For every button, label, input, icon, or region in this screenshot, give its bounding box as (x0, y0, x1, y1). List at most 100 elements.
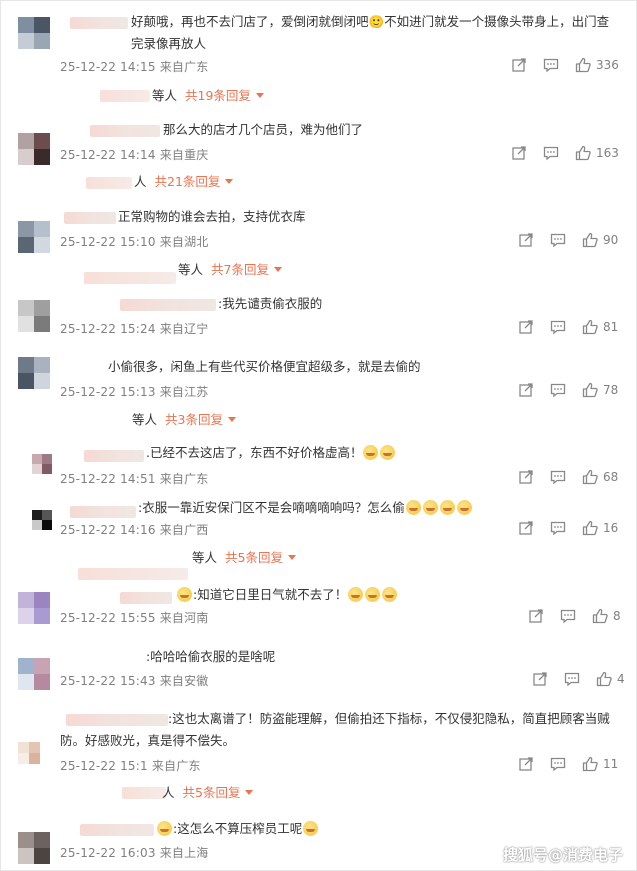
chevron-down-icon[interactable] (255, 93, 264, 98)
share-icon[interactable] (517, 381, 535, 399)
comment-meta: 25-12-22 16:03 来自上海 (60, 844, 209, 861)
replies-count[interactable]: 共21条回复 (155, 171, 221, 190)
replies-count[interactable]: 共5条回复 (183, 782, 241, 801)
replies-who: 等人 (152, 88, 178, 103)
share-icon[interactable] (517, 318, 535, 336)
username-blurred[interactable] (70, 17, 128, 29)
username-blurred[interactable] (80, 824, 154, 836)
replies-count[interactable]: 共5条回复 (225, 547, 283, 566)
replies-count[interactable]: 共7条回复 (211, 259, 269, 278)
like-icon[interactable] (581, 519, 599, 537)
comment-icon[interactable] (542, 56, 560, 74)
share-icon[interactable] (517, 468, 535, 486)
avatar[interactable] (18, 221, 50, 253)
like-icon[interactable] (581, 381, 599, 399)
laugh-emoji-icon (422, 500, 438, 515)
replier-blurred[interactable] (122, 787, 166, 799)
replies-who: 人 (134, 174, 147, 189)
chevron-down-icon[interactable] (273, 267, 282, 272)
comment-icon[interactable] (549, 231, 567, 249)
username-blurred[interactable] (90, 125, 160, 137)
replies-toggle[interactable]: 等人 共19条回复 (152, 85, 264, 104)
comment-text: :这怎么不算压榨员工呢 (156, 818, 596, 840)
replies-count[interactable]: 共19条回复 (185, 85, 251, 104)
like-count: 16 (603, 521, 619, 535)
replies-count[interactable]: 共3条回复 (165, 409, 223, 428)
share-icon[interactable] (527, 607, 545, 625)
avatar[interactable] (18, 658, 50, 690)
comment-meta: 25-12-22 15:13 来自江苏 (60, 383, 209, 400)
avatar[interactable] (18, 300, 50, 332)
username-blurred[interactable] (70, 506, 136, 518)
comment-time: 25-12-22 15:43 (60, 674, 156, 688)
avatar[interactable] (32, 510, 52, 530)
avatar[interactable] (18, 592, 50, 624)
replies-who: 人 (162, 785, 175, 800)
replier-blurred[interactable] (86, 177, 132, 189)
chevron-down-icon[interactable] (287, 555, 296, 560)
replies-toggle[interactable]: 等人 共3条回复 (132, 409, 236, 428)
share-icon[interactable] (517, 231, 535, 249)
comment-icon[interactable] (542, 144, 560, 162)
like-icon[interactable] (581, 318, 599, 336)
replies-toggle[interactable]: 人 共5条回复 (162, 782, 254, 801)
replies-toggle[interactable]: 等人 共7条回复 (178, 259, 282, 278)
username-blurred[interactable] (64, 212, 116, 224)
comment-time: 25-12-22 15:13 (60, 385, 156, 399)
share-icon[interactable] (510, 56, 528, 74)
laugh-emoji-icon (456, 500, 472, 515)
comment-icon[interactable] (549, 381, 567, 399)
comment-text: :我先谴责偷衣服的 (218, 296, 323, 311)
share-icon[interactable] (510, 144, 528, 162)
chevron-down-icon[interactable] (245, 790, 254, 795)
share-icon[interactable] (517, 755, 535, 773)
comment-text: :哈哈哈偷衣服的是啥呢 (146, 649, 276, 664)
replier-blurred[interactable] (84, 272, 176, 284)
laugh-emoji-icon (382, 587, 398, 602)
like-icon[interactable] (574, 56, 592, 74)
replies-toggle[interactable]: 人 共21条回复 (134, 171, 234, 190)
like-count: 163 (596, 146, 619, 160)
avatar[interactable] (18, 742, 40, 764)
like-icon[interactable] (581, 468, 599, 486)
comment-icon[interactable] (549, 318, 567, 336)
like-icon[interactable] (595, 670, 613, 688)
share-icon[interactable] (531, 670, 549, 688)
username-blurred[interactable] (120, 299, 216, 311)
comment-text: 好颠哦，再也不去门店了，爱倒闭就倒闭吧🙂不如进门就发一个摄像头带身上，出门查完录… (131, 14, 610, 51)
comment-actions: 8 (527, 607, 621, 625)
comment-meta: 25-12-22 15:43 来自安徽 (60, 672, 209, 689)
comment-time: 25-12-22 15:24 (60, 322, 156, 336)
comment-icon[interactable] (549, 755, 567, 773)
avatar[interactable] (18, 17, 50, 49)
comment-icon[interactable] (563, 670, 581, 688)
comment-time: 25-12-22 15:1 (60, 759, 148, 773)
like-icon[interactable] (581, 231, 599, 249)
like-icon[interactable] (591, 607, 609, 625)
like-icon[interactable] (581, 755, 599, 773)
avatar[interactable] (18, 832, 50, 864)
comment-meta: 25-12-22 15:10 来自湖北 (60, 233, 209, 250)
avatar[interactable] (32, 454, 52, 474)
replies-who: 等人 (192, 550, 218, 565)
comment-icon[interactable] (549, 519, 567, 537)
avatar[interactable] (18, 133, 50, 165)
like-icon[interactable] (574, 144, 592, 162)
comment-time: 25-12-22 15:10 (60, 235, 156, 249)
chevron-down-icon[interactable] (225, 179, 234, 184)
comment-icon[interactable] (549, 468, 567, 486)
replies-toggle[interactable]: 等人 共5条回复 (192, 547, 296, 566)
replier-blurred[interactable] (100, 90, 150, 102)
comment-location: 来自上海 (159, 846, 209, 860)
replier-blurred[interactable] (78, 568, 188, 580)
comment-text-content: :衣服一靠近安保门区不是会嘀嘀嘀响吗？怎么偷 (138, 500, 405, 515)
comment-icon[interactable] (559, 607, 577, 625)
avatar[interactable] (18, 357, 50, 389)
username-blurred[interactable] (120, 592, 172, 604)
comment-time: 25-12-22 14:14 (60, 148, 156, 162)
share-icon[interactable] (517, 519, 535, 537)
chevron-down-icon[interactable] (227, 417, 236, 422)
comment-text: .已经不去这店了，东西不好价格虚高！ (146, 442, 616, 464)
like-count: 336 (596, 58, 619, 72)
username-blurred[interactable] (84, 450, 144, 462)
